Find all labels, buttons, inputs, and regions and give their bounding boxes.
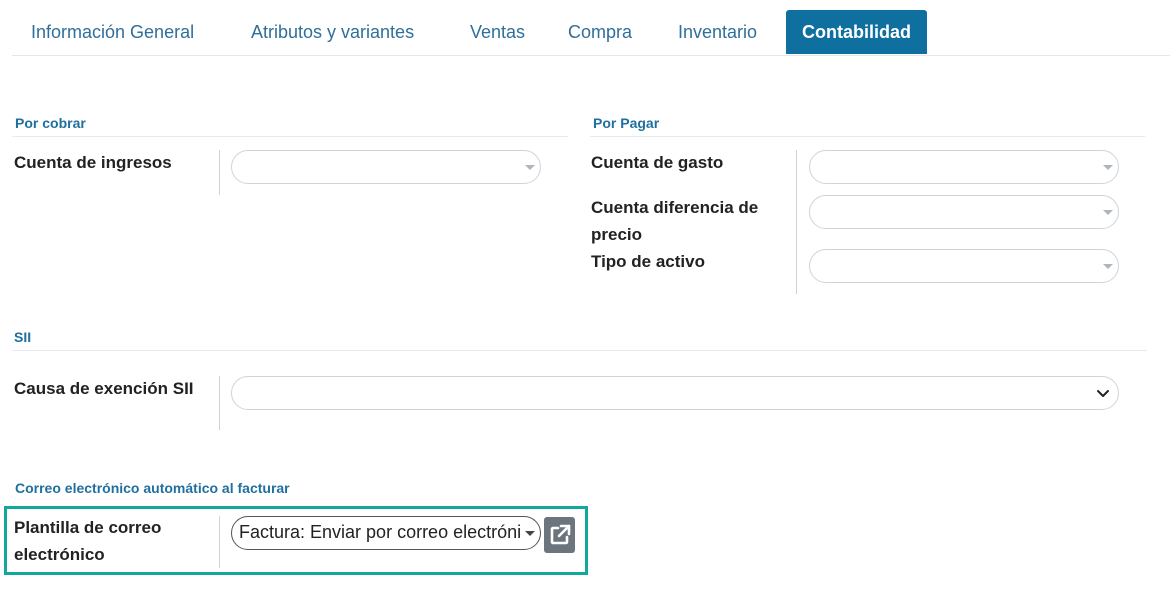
asset-type-select[interactable] bbox=[809, 249, 1119, 283]
field-divider bbox=[796, 150, 797, 294]
field-label-expense-account: Cuenta de gasto bbox=[591, 153, 724, 172]
tab-atributos-variantes[interactable]: Atributos y variantes bbox=[251, 10, 414, 55]
caret-down-icon bbox=[1103, 210, 1113, 215]
section-title-payable: Por Pagar bbox=[593, 115, 660, 131]
section-divider bbox=[12, 136, 568, 137]
tab-informacion-general[interactable]: Información General bbox=[31, 10, 194, 55]
section-title-auto-email: Correo electrónico automático al factura… bbox=[15, 480, 290, 496]
exemption-cause-select[interactable] bbox=[231, 376, 1119, 410]
tab-contabilidad[interactable]: Contabilidad bbox=[786, 10, 927, 54]
field-label-exemption-cause: Causa de exención SII bbox=[14, 379, 194, 398]
external-link-icon bbox=[550, 524, 571, 545]
section-divider bbox=[12, 350, 1147, 351]
tab-inventario[interactable]: Inventario bbox=[678, 10, 757, 55]
field-divider bbox=[219, 150, 220, 195]
section-title-receivable: Por cobrar bbox=[15, 115, 86, 131]
field-label-income-account: Cuenta de ingresos bbox=[14, 153, 172, 172]
section-divider bbox=[590, 136, 1145, 137]
price-difference-account-select[interactable] bbox=[809, 195, 1119, 229]
notebook-tabs: Información General Atributos y variante… bbox=[12, 10, 1170, 56]
field-divider bbox=[219, 376, 220, 430]
caret-down-icon bbox=[1103, 165, 1113, 170]
section-title-sii: SII bbox=[14, 329, 32, 345]
field-label-asset-type: Tipo de activo bbox=[591, 252, 705, 271]
email-template-select[interactable]: Factura: Enviar por correo electrónico bbox=[231, 516, 541, 550]
tab-ventas[interactable]: Ventas bbox=[470, 10, 525, 55]
income-account-select[interactable] bbox=[231, 150, 541, 184]
chevron-down-icon bbox=[1097, 390, 1109, 397]
caret-down-icon bbox=[1103, 264, 1113, 269]
caret-down-icon bbox=[525, 531, 535, 536]
field-label-email-template: Plantilla de correo electrónico bbox=[14, 518, 162, 564]
caret-down-icon bbox=[525, 165, 535, 170]
field-divider bbox=[219, 516, 220, 568]
tab-compra[interactable]: Compra bbox=[568, 10, 632, 55]
email-template-value: Factura: Enviar por correo electrónico bbox=[239, 522, 520, 542]
open-email-template-button[interactable] bbox=[544, 517, 575, 553]
expense-account-select[interactable] bbox=[809, 150, 1119, 184]
field-label-price-difference-account: Cuenta diferencia de precio bbox=[591, 198, 759, 244]
